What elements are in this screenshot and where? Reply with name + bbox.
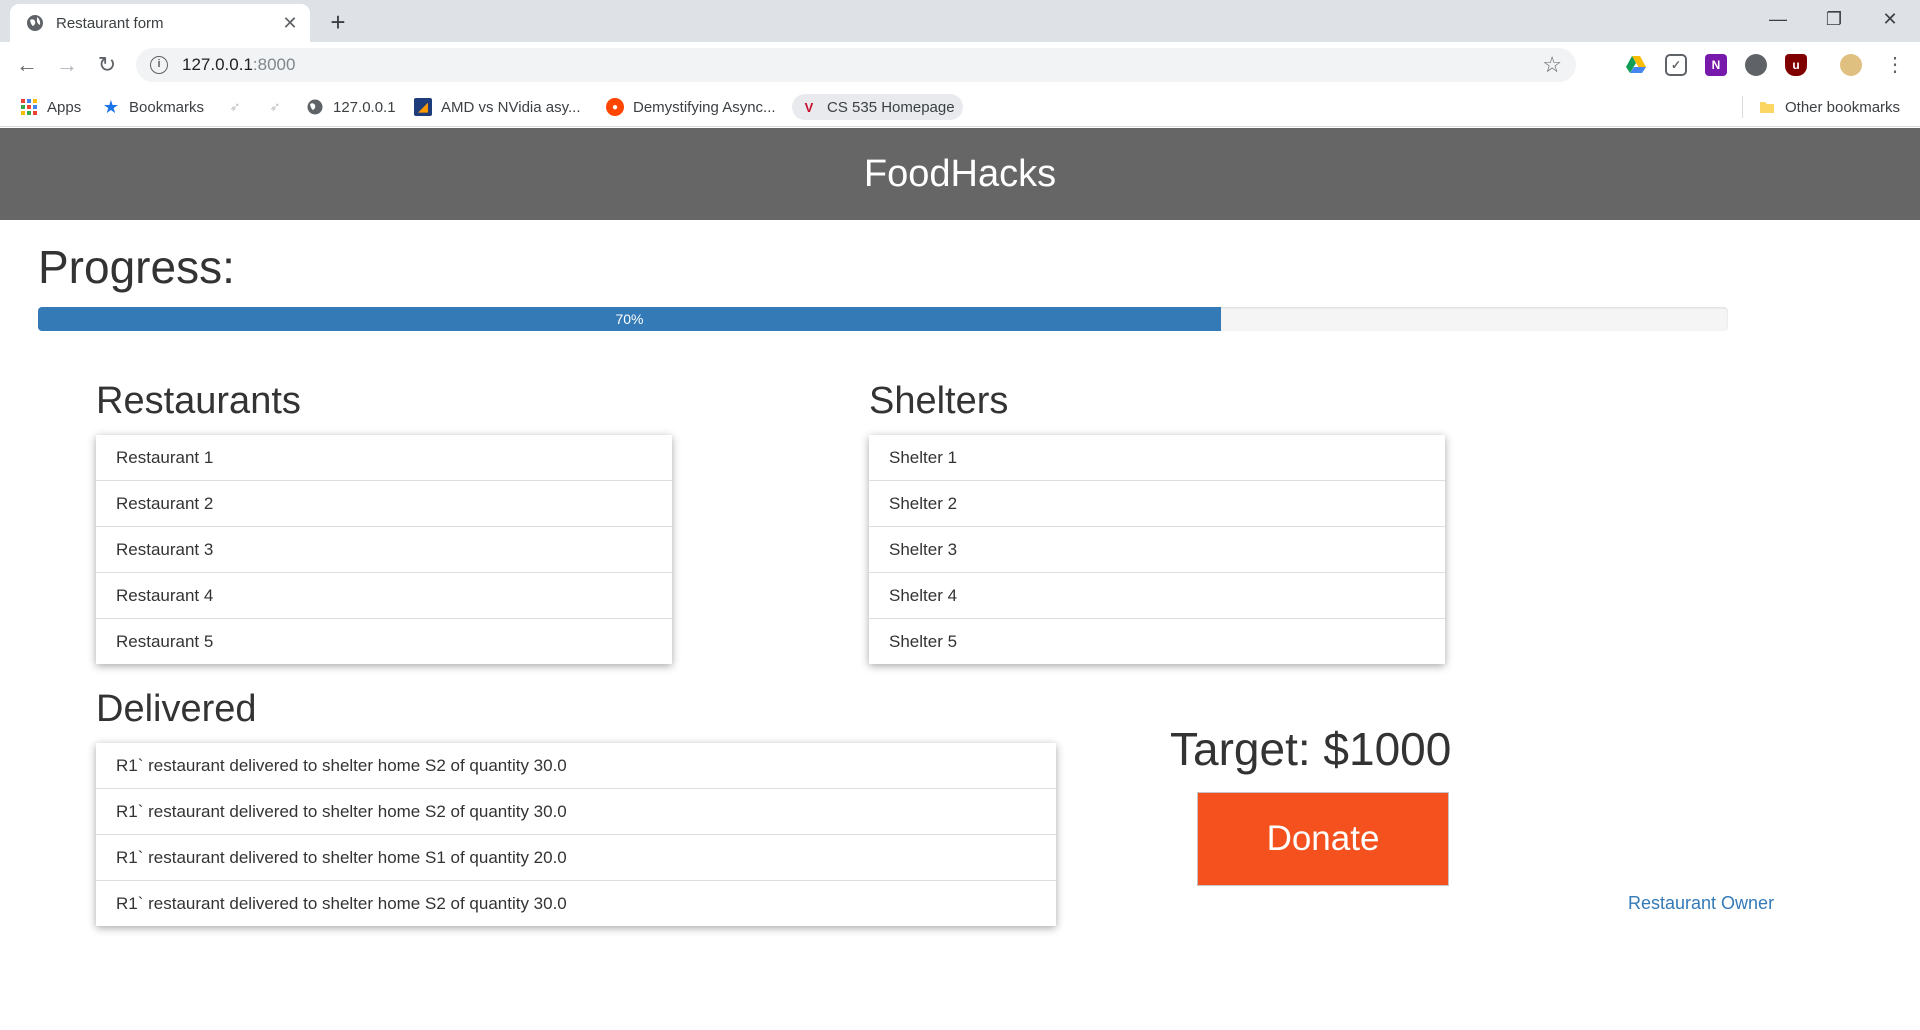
menu-icon[interactable]: ⋮ (1880, 50, 1910, 80)
list-item[interactable]: R1` restaurant delivered to shelter home… (96, 743, 1056, 788)
bookmark-label: Demystifying Async... (633, 98, 776, 116)
bookmark-demystifying-async[interactable]: ● Demystifying Async... (606, 94, 776, 120)
target-amount: Target: $1000 (1170, 723, 1452, 775)
minimize-icon[interactable]: — (1750, 0, 1806, 38)
extension-circle-icon[interactable] (1745, 54, 1767, 76)
list-item[interactable]: Restaurant 1 (96, 435, 672, 480)
list-item[interactable]: Shelter 1 (869, 435, 1445, 480)
bookmark-unnamed-2[interactable]: ➶ (266, 94, 293, 120)
list-item[interactable]: Restaurant 2 (96, 480, 672, 526)
bookmark-label: 127.0.0.1 (333, 98, 396, 116)
bookmark-amd-nvidia[interactable]: ◢ AMD vs NVidia asy... (414, 94, 580, 120)
restore-icon[interactable]: ❐ (1806, 0, 1862, 38)
shelters-title: Shelters (869, 380, 1009, 422)
drive-icon[interactable] (1625, 54, 1647, 76)
info-icon[interactable]: i (150, 56, 168, 74)
reload-icon[interactable]: ↻ (92, 50, 122, 80)
site-header: FoodHacks (0, 128, 1920, 220)
folder-icon (1758, 98, 1776, 116)
bookmarks-separator (1742, 96, 1743, 118)
list-item[interactable]: Restaurant 4 (96, 572, 672, 618)
forward-icon[interactable]: → (52, 50, 82, 80)
bookmark-label: Apps (47, 98, 82, 116)
list-item[interactable]: R1` restaurant delivered to shelter home… (96, 834, 1056, 880)
progress-bar: 70% (38, 307, 1728, 331)
bookmark-label: Other bookmarks (1785, 98, 1901, 116)
site-icon: V (804, 99, 814, 115)
delivered-title: Delivered (96, 688, 257, 730)
close-tab-icon[interactable]: ✕ (280, 13, 300, 34)
reddit-icon: ● (606, 98, 624, 116)
bird-icon: ➶ (229, 99, 241, 114)
list-item[interactable]: Shelter 5 (869, 618, 1445, 664)
url-text: 127.0.0.1:8000 (182, 55, 296, 74)
restaurants-list: Restaurant 1 Restaurant 2 Restaurant 3 R… (96, 435, 672, 664)
shelters-list: Shelter 1 Shelter 2 Shelter 3 Shelter 4 … (869, 435, 1445, 664)
list-item[interactable]: Shelter 4 (869, 572, 1445, 618)
address-bar[interactable]: i 127.0.0.1:8000 ☆ (136, 48, 1576, 82)
pocket-icon[interactable]: ✓ (1665, 54, 1687, 76)
onenote-icon[interactable]: N (1705, 54, 1727, 76)
bookmark-star-icon[interactable]: ☆ (1542, 52, 1562, 78)
bookmark-apps[interactable]: Apps (20, 94, 81, 120)
bookmark-unnamed-1[interactable]: ➶ (226, 94, 253, 120)
globe-icon (306, 98, 324, 116)
list-item[interactable]: R1` restaurant delivered to shelter home… (96, 788, 1056, 834)
list-item[interactable]: Shelter 2 (869, 480, 1445, 526)
progress-title: Progress: (38, 241, 235, 293)
other-bookmarks[interactable]: Other bookmarks (1758, 94, 1900, 120)
restaurants-title: Restaurants (96, 380, 301, 422)
globe-icon (27, 15, 43, 31)
close-window-icon[interactable]: ✕ (1862, 0, 1918, 38)
bird-icon: ➶ (269, 99, 281, 114)
ublock-icon[interactable]: u (1785, 54, 1807, 76)
new-tab-button[interactable]: + (322, 6, 354, 38)
bookmark-label: AMD vs NVidia asy... (441, 98, 581, 116)
restaurant-owner-link[interactable]: Restaurant Owner (1628, 893, 1774, 914)
bookmark-localhost[interactable]: 127.0.0.1 (306, 94, 396, 120)
tab-bar: Restaurant form ✕ + — ❐ ✕ (0, 0, 1920, 42)
donate-button[interactable]: Donate (1197, 792, 1449, 886)
bookmark-cs535[interactable]: V CS 535 Homepage (792, 94, 963, 120)
bookmark-label: CS 535 Homepage (827, 98, 955, 116)
browser-tab[interactable]: Restaurant form ✕ (10, 4, 310, 42)
delivered-list: R1` restaurant delivered to shelter home… (96, 743, 1056, 926)
bookmark-label: Bookmarks (129, 98, 205, 116)
browser-toolbar: ← → ↻ i 127.0.0.1:8000 ☆ ✓ N u ⋮ (0, 42, 1920, 88)
site-title: FoodHacks (863, 152, 1057, 195)
apps-grid-icon (20, 98, 38, 116)
back-icon[interactable]: ← (12, 50, 42, 80)
progress-fill: 70% (38, 307, 1221, 331)
site-icon: ◢ (414, 98, 432, 116)
list-item[interactable]: Shelter 3 (869, 526, 1445, 572)
list-item[interactable]: R1` restaurant delivered to shelter home… (96, 880, 1056, 926)
profile-avatar[interactable] (1840, 54, 1862, 76)
tab-title: Restaurant form (56, 14, 164, 32)
star-icon: ★ (102, 96, 120, 117)
list-item[interactable]: Restaurant 3 (96, 526, 672, 572)
bookmarks-bar: Apps ★ Bookmarks ➶ ➶ 127.0.0.1 ◢ AMD vs … (0, 88, 1920, 127)
list-item[interactable]: Restaurant 5 (96, 618, 672, 664)
bookmark-bookmarks[interactable]: ★ Bookmarks (102, 94, 204, 120)
